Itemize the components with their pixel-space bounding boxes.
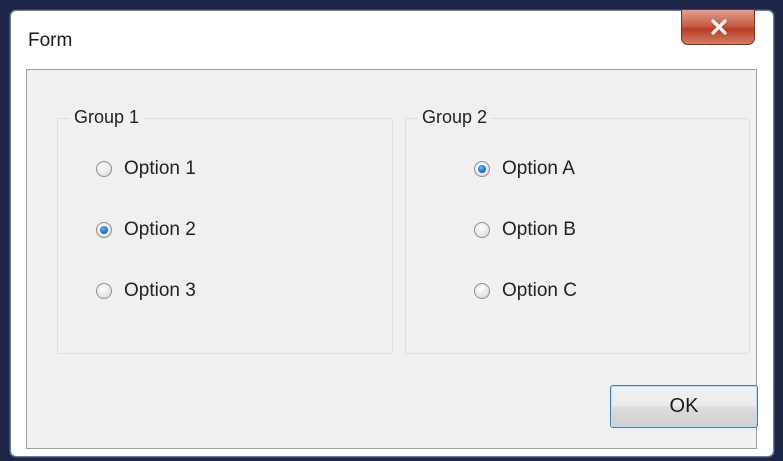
option-label: Option C [502,280,577,301]
option-label: Option 1 [124,158,196,179]
radio-circle[interactable] [96,283,112,299]
group-2-label: Group 2 [418,107,492,128]
group-1-label: Group 1 [70,107,144,128]
option-c-radio[interactable]: Option C [474,279,577,303]
window-title: Form [28,30,73,51]
ok-button[interactable]: OK [610,385,758,428]
radio-circle[interactable] [96,161,112,177]
group-2-box: Group 2 Option A Option B Option C [405,107,750,354]
form-client-area: Group 1 Option 1 Option 2 Option 3 Group… [26,69,758,449]
option-1-radio[interactable]: Option 1 [96,157,196,181]
option-label: Option 3 [124,280,196,301]
form-window: Form Group 1 Option 1 Option 2 Option 3 … [10,9,774,457]
option-label: Option A [502,158,575,179]
option-b-radio[interactable]: Option B [474,218,576,242]
option-label: Option 2 [124,219,196,240]
close-button[interactable] [681,9,755,45]
radio-circle[interactable] [474,222,490,238]
close-icon [711,19,727,35]
radio-circle-selected[interactable] [474,161,490,177]
group-1-box: Group 1 Option 1 Option 2 Option 3 [57,107,393,354]
option-label: Option B [502,219,576,240]
option-3-radio[interactable]: Option 3 [96,279,196,303]
option-2-radio[interactable]: Option 2 [96,218,196,242]
option-a-radio[interactable]: Option A [474,157,575,181]
radio-circle-selected[interactable] [96,222,112,238]
radio-circle[interactable] [474,283,490,299]
